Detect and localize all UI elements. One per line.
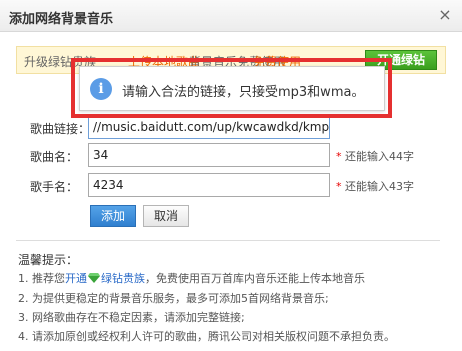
dialog-titlebar: 添加网络背景音乐 × <box>0 0 462 32</box>
song-url-input[interactable]: //music.baidutt.com/up/kwcawdkd/kmpsu <box>88 115 330 139</box>
url-label: 歌曲链接： <box>30 122 91 136</box>
tip-item-2: 2. 为提供更稳定的背景音乐服务，最多可添加5首网络背景音乐; <box>18 292 329 305</box>
song-name-hint: * 还能输入44字 <box>336 148 414 164</box>
singer-name-hint: * 还能输入43字 <box>336 178 414 194</box>
tip-open-link[interactable]: 开通 <box>65 272 87 285</box>
close-icon[interactable]: × <box>437 7 453 23</box>
dialog-title: 添加网络背景音乐 <box>9 12 114 27</box>
song-name-label: 歌曲名： <box>30 150 79 164</box>
tip-item-3: 3. 网络歌曲存在不稳定因素，请添加完整链接; <box>18 311 245 324</box>
required-mark: * <box>336 150 342 163</box>
tips-title: 温馨提示： <box>18 253 79 267</box>
add-music-dialog: 添加网络背景音乐 × 升级绿钻贵族 上传本地歌曲 背景音乐免费使用 免费使用 开… <box>0 0 462 351</box>
highlight-frame <box>71 58 392 118</box>
singer-name-hint-text: 还能输入43字 <box>345 180 414 193</box>
song-name-hint-text: 还能输入44字 <box>345 150 414 163</box>
add-button[interactable]: 添加 <box>90 205 136 227</box>
singer-name-label: 歌手名： <box>30 180 79 194</box>
song-name-input[interactable]: 34 <box>88 143 330 167</box>
tip-1-suffix: ，免费使用百万首库内音乐还能上传本地音乐 <box>145 272 365 285</box>
green-diamond-icon <box>88 273 100 283</box>
tip-1-prefix: 1. 推荐您 <box>18 272 65 285</box>
tip-green-diamond-link[interactable]: 绿钻贵族 <box>101 272 145 285</box>
singer-name-input[interactable]: 4234 <box>88 173 330 197</box>
required-mark: * <box>336 180 342 193</box>
tip-item-4: 4. 请添加原创或经权利人许可的歌曲，腾讯公司对相关版权问题不承担负责。 <box>18 330 395 343</box>
cancel-button[interactable]: 取消 <box>143 205 189 227</box>
divider <box>16 240 440 241</box>
tip-item-1: 1. 推荐您开通 绿钻贵族，免费使用百万首库内音乐还能上传本地音乐 <box>18 270 365 286</box>
